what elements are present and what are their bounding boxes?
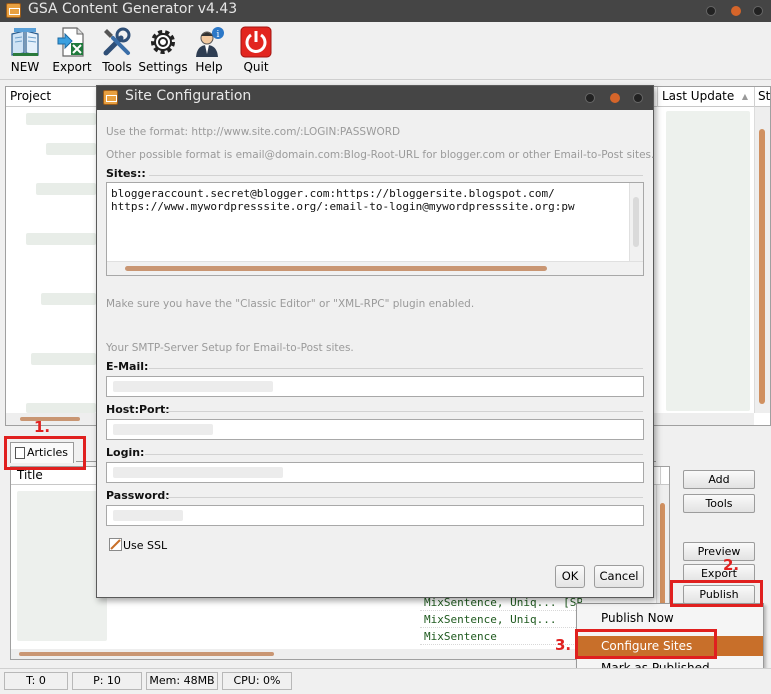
blurred-row — [46, 143, 96, 155]
host-port-label: Host:Port: — [106, 403, 170, 416]
blurred-titles — [17, 491, 107, 641]
blurred-row — [26, 233, 96, 245]
annotation-step-2: 2. — [723, 556, 740, 574]
hint-email-format: Other possible format is email@domain.co… — [106, 149, 655, 161]
blurred-row — [26, 403, 96, 413]
sites-divider — [149, 175, 643, 176]
sites-textarea[interactable]: bloggeraccount.secret@blogger.com:https:… — [106, 182, 644, 276]
annotation-step-1: 1. — [34, 418, 51, 436]
export-sheet-icon — [57, 27, 84, 57]
blurred-value — [113, 510, 183, 521]
main-toolbar: NEW Export Tools Settings i Help Quit — [0, 22, 771, 80]
cancel-button[interactable]: Cancel — [594, 565, 644, 588]
host-port-field[interactable] — [106, 419, 644, 440]
blurred-value — [113, 381, 273, 392]
blurred-row — [26, 113, 96, 125]
status-bar: T: 0 P: 10 Mem: 48MB CPU: 0% — [0, 668, 771, 694]
column-project-label: Project — [10, 89, 52, 103]
power-icon — [240, 26, 272, 58]
book-new-icon — [11, 28, 39, 56]
email-field[interactable] — [106, 376, 644, 397]
checkmark-icon — [110, 539, 121, 550]
help-person-icon: i — [196, 27, 224, 57]
article-row-text: MixSentence, Uniq... — [424, 613, 557, 626]
vscroll-thumb[interactable] — [759, 129, 765, 404]
article-row[interactable]: MixSentence, Uniq... — [420, 612, 582, 628]
gear-icon — [151, 30, 175, 54]
menu-item-publish-now[interactable]: Publish Now — [577, 608, 763, 628]
toolbar-quit-button[interactable]: Quit — [231, 26, 281, 76]
sites-vscroll-thumb[interactable] — [633, 197, 639, 247]
toolbar-quit-label: Quit — [243, 60, 269, 74]
sites-hscroll-thumb[interactable] — [125, 266, 547, 271]
dialog-close-button[interactable] — [633, 93, 643, 103]
site-configuration-dialog: Site Configuration Use the format: http:… — [96, 85, 654, 598]
app-icon — [6, 3, 21, 18]
blurred-row — [36, 183, 96, 195]
article-row-text: MixSentence — [424, 630, 497, 643]
email-divider — [149, 368, 643, 369]
status-threads: T: 0 — [4, 672, 68, 690]
dialog-minimize-button[interactable] — [585, 93, 595, 103]
highlight-configure-sites — [575, 629, 717, 659]
minimize-button[interactable] — [706, 6, 716, 16]
site-line: bloggeraccount.secret@blogger.com:https:… — [111, 187, 555, 200]
dialog-title: Site Configuration — [125, 88, 252, 104]
email-label: E-Mail: — [106, 360, 149, 373]
column-last-update-label: Last Update — [662, 89, 735, 103]
blurred-value — [113, 424, 213, 435]
close-button[interactable] — [753, 6, 763, 16]
add-button[interactable]: Add — [683, 470, 755, 489]
login-field[interactable] — [106, 462, 644, 483]
status-memory: Mem: 48MB — [146, 672, 218, 690]
password-divider — [167, 497, 643, 498]
maximize-button[interactable] — [731, 6, 741, 16]
svg-text:i: i — [217, 30, 220, 40]
articles-hscroll-thumb[interactable] — [19, 652, 274, 656]
highlight-publish-button — [670, 580, 763, 607]
blurred-value — [113, 467, 283, 478]
column-title-label: Title — [17, 468, 43, 482]
app-title: GSA Content Generator v4.43 — [28, 1, 238, 17]
dialog-title-bar[interactable]: Site Configuration — [97, 86, 653, 110]
main-title-bar[interactable]: GSA Content Generator v4.43 — [0, 0, 771, 22]
use-ssl-label: Use SSL — [123, 539, 168, 552]
status-cpu: CPU: 0% — [222, 672, 292, 690]
ok-button[interactable]: OK — [555, 565, 585, 588]
use-ssl-checkbox[interactable] — [109, 538, 122, 551]
column-last-update[interactable]: Last Update ▲ — [658, 87, 755, 107]
highlight-articles-tab — [4, 436, 86, 470]
sites-hscroll[interactable] — [107, 261, 643, 275]
preview-button[interactable]: Preview — [683, 542, 755, 561]
hint-format: Use the format: http://www.site.com/:LOG… — [106, 126, 401, 138]
blurred-row — [41, 293, 96, 305]
column-status[interactable]: St — [755, 87, 770, 107]
password-label: Password: — [106, 489, 170, 502]
status-projects: P: 10 — [72, 672, 142, 690]
blurred-date-column — [666, 111, 750, 411]
blurred-row — [31, 353, 96, 365]
hint-plugin: Make sure you have the "Classic Editor" … — [106, 298, 475, 310]
sites-label: Sites:: — [106, 167, 146, 180]
password-field[interactable] — [106, 505, 644, 526]
site-line: https://www.mywordpresssite.org/:email-t… — [111, 200, 575, 213]
column-status-label: St — [758, 89, 771, 103]
article-tools-button[interactable]: Tools — [683, 494, 755, 513]
annotation-step-3: 3. — [555, 636, 572, 654]
project-list-vscroll[interactable] — [754, 107, 770, 413]
login-label: Login: — [106, 446, 145, 459]
tools-icon — [103, 27, 131, 56]
dialog-maximize-button[interactable] — [610, 93, 620, 103]
login-divider — [145, 454, 643, 455]
sites-vscroll[interactable] — [629, 183, 643, 261]
hint-smtp: Your SMTP-Server Setup for Email-to-Post… — [106, 342, 354, 354]
host-divider — [165, 411, 643, 412]
dialog-app-icon — [103, 90, 118, 105]
sort-arrow-icon: ▲ — [741, 92, 748, 101]
